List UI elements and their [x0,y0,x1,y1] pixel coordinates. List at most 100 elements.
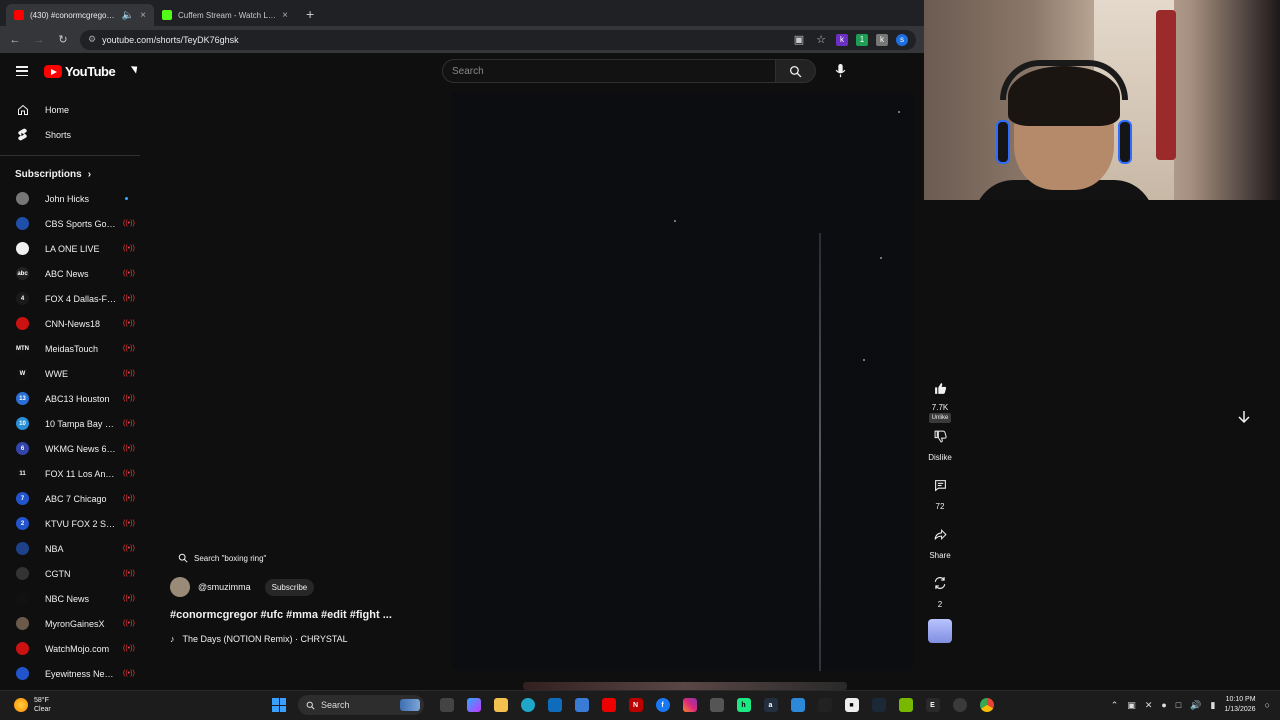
subscription-item[interactable]: 11 FOX 11 Los Ang... ((•)) [0,461,140,486]
music-row[interactable]: ♪ The Days (NOTION Remix) · CHRYSTAL [170,634,440,644]
voice-search-button[interactable] [830,61,850,81]
install-app-icon[interactable]: ▣ [792,33,806,46]
subscription-item[interactable]: 2 KTVU FOX 2 San... ((•)) [0,511,140,536]
chevron-up-icon[interactable]: ⌃ [1111,700,1119,711]
speaker-icon[interactable]: 🔈 [122,10,134,21]
subscription-item[interactable]: CGTN ((•)) [0,561,140,586]
microphone-tray-icon[interactable]: ● [1161,700,1166,710]
channel-avatar-icon [16,242,29,255]
subscription-item[interactable]: WatchMojo.com ((•)) [0,636,140,661]
subscriptions-header[interactable]: Subscriptions › [0,162,140,186]
like-button[interactable] [927,375,953,401]
extension-grey-icon[interactable]: k [876,33,888,46]
epic-games-icon[interactable]: E [925,698,940,712]
search-button[interactable] [776,59,816,83]
comments-button[interactable] [927,472,953,498]
subscription-item[interactable]: Eyewitness New... ((•)) [0,661,140,686]
live-indicator-icon: ((•)) [123,545,135,552]
store-icon[interactable] [574,698,589,712]
subscription-item[interactable]: NBC News ((•)) [0,586,140,611]
sidebar-item-home[interactable]: Home [0,97,140,122]
short-title[interactable]: #conormcgregor #ufc #mma #edit #fight ..… [170,609,440,621]
avatar[interactable] [170,577,190,597]
netflix-icon[interactable]: N [628,698,643,712]
task-view-icon[interactable] [439,698,454,712]
subscription-item[interactable]: John Hicks [0,186,140,211]
notification-bell-icon[interactable]: ○ [1265,700,1270,710]
settings-gear-icon[interactable] [952,698,967,712]
extension-green-icon[interactable]: 1 [856,33,868,46]
dislike-button[interactable] [927,423,953,449]
subscription-item[interactable]: CNN-News18 ((•)) [0,311,140,336]
roblox-icon[interactable]: ■ [844,698,859,712]
extension-k-icon[interactable]: k [836,33,848,46]
subscription-item[interactable]: LA ONE LIVE ((•)) [0,236,140,261]
url-input[interactable]: ⚙ youtube.com/shorts/TeyDK76ghsk ▣ ☆ k 1… [80,29,916,50]
forward-icon[interactable]: → [32,34,46,46]
search-suggestion-chip[interactable]: Search "boxing ring" [178,553,440,563]
subscription-item[interactable]: 13 ABC13 Houston ((•)) [0,386,140,411]
file-explorer-icon[interactable] [493,698,508,712]
video-progress-bar[interactable] [523,682,847,690]
weather-widget[interactable]: 58°F Clear [14,696,51,714]
audio-thumbnail[interactable] [928,619,952,643]
subscription-item[interactable]: NBA ((•)) [0,536,140,561]
subscription-item[interactable]: MyronGainesX ((•)) [0,611,140,636]
edge-icon[interactable] [520,698,535,712]
battery-icon[interactable]: ▮ [1210,700,1215,711]
share-button[interactable] [927,521,953,547]
windows-start-icon[interactable] [272,698,286,712]
bookmark-star-icon[interactable]: ☆ [814,33,828,46]
subscription-item[interactable]: 7 ABC 7 Chicago ((•)) [0,486,140,511]
nvidia-icon[interactable] [898,698,913,712]
copilot-icon[interactable] [466,698,481,712]
back-icon[interactable]: ← [8,34,22,46]
channel-handle[interactable]: @smuzimma [198,582,251,592]
subscription-item[interactable]: 10 10 Tampa Bay N... ((•)) [0,411,140,436]
clock[interactable]: 10:10 PM 1/13/2026 [1224,695,1255,715]
tray-app-icon[interactable]: ▣ [1127,700,1136,711]
close-tab-icon[interactable]: × [282,10,288,21]
capcut-icon[interactable] [817,698,832,712]
instagram-icon[interactable] [682,698,697,712]
close-tab-icon[interactable]: × [140,10,146,21]
taskbar-search[interactable]: Search [298,695,424,715]
remix-button[interactable] [927,570,953,596]
new-tab-button[interactable]: + [306,6,314,22]
search-input[interactable]: Search [442,59,776,83]
hulu-icon[interactable]: h [736,698,751,712]
tab-youtube[interactable]: (430) #conormcgregor #ufc 🔈 × [6,4,154,26]
subscription-item[interactable]: 4 FOX 4 Dallas-For... ((•)) [0,286,140,311]
tab-cuffem[interactable]: Cuffem Stream - Watch Live on × [154,4,296,26]
subscription-item[interactable]: MTN MeidasTouch ((•)) [0,336,140,361]
facebook-icon[interactable]: f [655,698,670,712]
mail-icon[interactable] [547,698,562,712]
shorts-video-player[interactable] [452,93,914,671]
subscription-item[interactable]: CBS Sports Gola... ((•)) [0,211,140,236]
live-indicator-icon: ((•)) [123,570,135,577]
new-content-dot-icon [125,197,128,200]
next-short-button[interactable] [1238,410,1250,429]
clapperboard-icon[interactable] [709,698,724,712]
photos-icon[interactable] [790,698,805,712]
subscription-item[interactable]: abc ABC News ((•)) [0,261,140,286]
subscription-item[interactable]: 6 WKMG News 6 C... ((•)) [0,436,140,461]
chrome-icon[interactable] [979,698,994,712]
headphone-left [996,120,1010,164]
sidebar-item-shorts[interactable]: Shorts [0,122,140,147]
subscribe-button[interactable]: Subscribe [264,578,315,596]
reload-icon[interactable]: ↻ [56,33,70,46]
youtube-logo[interactable]: YouTube [44,64,116,79]
subscription-item[interactable]: W WWE ((•)) [0,361,140,386]
amazon-icon[interactable]: a [763,698,778,712]
network-icon[interactable]: □ [1176,700,1181,710]
site-info-icon[interactable]: ⚙ [88,34,96,45]
subscription-name: LA ONE LIVE [45,243,100,254]
shorts-icon [16,128,29,141]
steam-icon[interactable] [871,698,886,712]
tray-muted-icon[interactable]: ✕ [1145,700,1153,711]
youtube-app-icon[interactable] [601,698,616,712]
extension-blue-icon[interactable]: s [896,33,908,46]
speaker-icon[interactable]: 🔊 [1190,700,1201,711]
menu-icon[interactable] [16,66,28,76]
